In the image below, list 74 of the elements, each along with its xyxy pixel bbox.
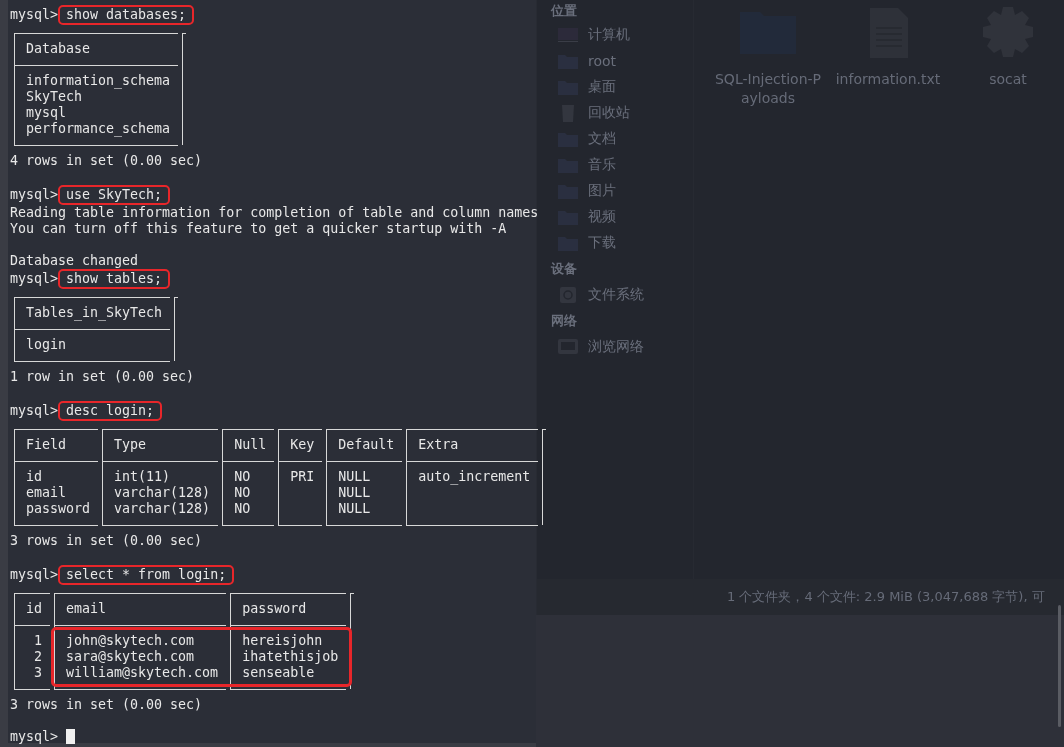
output-text: 3 rows in set (0.00 sec) bbox=[10, 697, 203, 713]
sidebar-item[interactable]: 计算机 bbox=[551, 22, 693, 48]
table-cell-text: john@skytech.com bbox=[65, 633, 196, 649]
table-cell-text: NULL bbox=[337, 469, 372, 485]
table-cell-text: information_schema bbox=[25, 73, 172, 89]
column-header: id bbox=[25, 601, 43, 617]
table-cell-text: mysql bbox=[25, 105, 68, 121]
table-cell-text: id bbox=[25, 469, 43, 485]
table-cell-text: email bbox=[25, 485, 68, 501]
table-cell-text: NO bbox=[233, 501, 252, 517]
output-text: You can turn off this feature to get a quicker startup with -A bbox=[10, 221, 507, 237]
table-cell-text: login bbox=[25, 337, 68, 353]
table-cell-text: william@skytech.com bbox=[65, 665, 220, 681]
sidebar-heading: 网络 bbox=[551, 312, 578, 330]
sidebar-item[interactable]: 视频 bbox=[551, 204, 693, 230]
table-cell-text: NULL bbox=[337, 501, 372, 517]
table-cell-text: NO bbox=[233, 469, 252, 485]
table-cell-text: int(11) bbox=[113, 469, 172, 485]
table-cell-text: senseable bbox=[241, 665, 316, 681]
file-name[interactable]: socat bbox=[952, 70, 1064, 89]
prompt-text: mysql> bbox=[10, 7, 60, 23]
column-header: email bbox=[65, 601, 108, 617]
table-cell-text: NO bbox=[233, 485, 252, 501]
prompt-text: mysql> bbox=[10, 729, 60, 745]
column-header: Field bbox=[25, 437, 68, 453]
prompt-text: mysql> bbox=[10, 271, 60, 287]
sidebar-item[interactable]: 图片 bbox=[551, 178, 693, 204]
output-text: Database changed bbox=[10, 253, 139, 269]
table-cell-text: sara@skytech.com bbox=[65, 649, 196, 665]
prompt-text: mysql> bbox=[10, 567, 60, 583]
output-text: Reading table information for completion of table and column names bbox=[10, 205, 539, 221]
prompt-text: mysql> bbox=[10, 403, 60, 419]
highlighted-command: use SkyTech; bbox=[58, 185, 171, 205]
column-header: password bbox=[241, 601, 308, 617]
highlighted-command: show databases; bbox=[58, 5, 195, 25]
column-header: Extra bbox=[417, 437, 460, 453]
table-cell-text: SkyTech bbox=[25, 89, 84, 105]
prompt-text: mysql> bbox=[10, 187, 60, 203]
table-cell-text: auto_increment bbox=[417, 469, 532, 485]
file-name[interactable]: SQL-Injection-Payloads bbox=[712, 70, 824, 108]
sidebar-item[interactable]: 文档 bbox=[551, 126, 693, 152]
column-header: Type bbox=[113, 437, 148, 453]
table-cell-text: ihatethisjob bbox=[241, 649, 340, 665]
table-cell-text: PRI bbox=[289, 469, 316, 485]
output-text: 3 rows in set (0.00 sec) bbox=[10, 533, 203, 549]
table-cell-text: performance_schema bbox=[25, 121, 172, 137]
sidebar-item[interactable]: 回收站 bbox=[551, 100, 693, 126]
column-header: Null bbox=[233, 437, 268, 453]
output-text: 4 rows in set (0.00 sec) bbox=[10, 153, 203, 169]
table-cell-text: 2 bbox=[33, 649, 43, 665]
table-cell-text: 3 bbox=[33, 665, 43, 681]
table-cell-text: varchar(128) bbox=[113, 501, 212, 517]
column-header: Key bbox=[289, 437, 316, 453]
column-header: Default bbox=[337, 437, 396, 453]
sidebar-item[interactable]: 桌面 bbox=[551, 74, 693, 100]
file-name[interactable]: information.txt bbox=[832, 70, 944, 89]
table-cell-text: password bbox=[25, 501, 92, 517]
table-cell-text: 1 bbox=[33, 633, 43, 649]
sidebar-item[interactable]: 下载 bbox=[551, 230, 693, 256]
sidebar-heading: 位置 bbox=[551, 2, 578, 20]
column-header: Database bbox=[25, 41, 92, 57]
table-cell-text: hereisjohn bbox=[241, 633, 324, 649]
sidebar-item[interactable]: 文件系统 bbox=[551, 282, 693, 308]
sidebar-heading: 设备 bbox=[551, 260, 578, 278]
table-cell-text: varchar(128) bbox=[113, 485, 212, 501]
sidebar-item[interactable]: 音乐 bbox=[551, 152, 693, 178]
sidebar-item[interactable]: root bbox=[551, 48, 693, 74]
column-header: Tables_in_SkyTech bbox=[25, 305, 164, 321]
scrollbar-thumb[interactable] bbox=[1058, 605, 1061, 727]
table-cell-text: NULL bbox=[337, 485, 372, 501]
output-text: 1 row in set (0.00 sec) bbox=[10, 369, 195, 385]
sidebar-item[interactable]: 浏览网络 bbox=[551, 334, 693, 360]
computer-icon bbox=[557, 26, 579, 44]
highlighted-command: select * from login; bbox=[58, 565, 235, 585]
